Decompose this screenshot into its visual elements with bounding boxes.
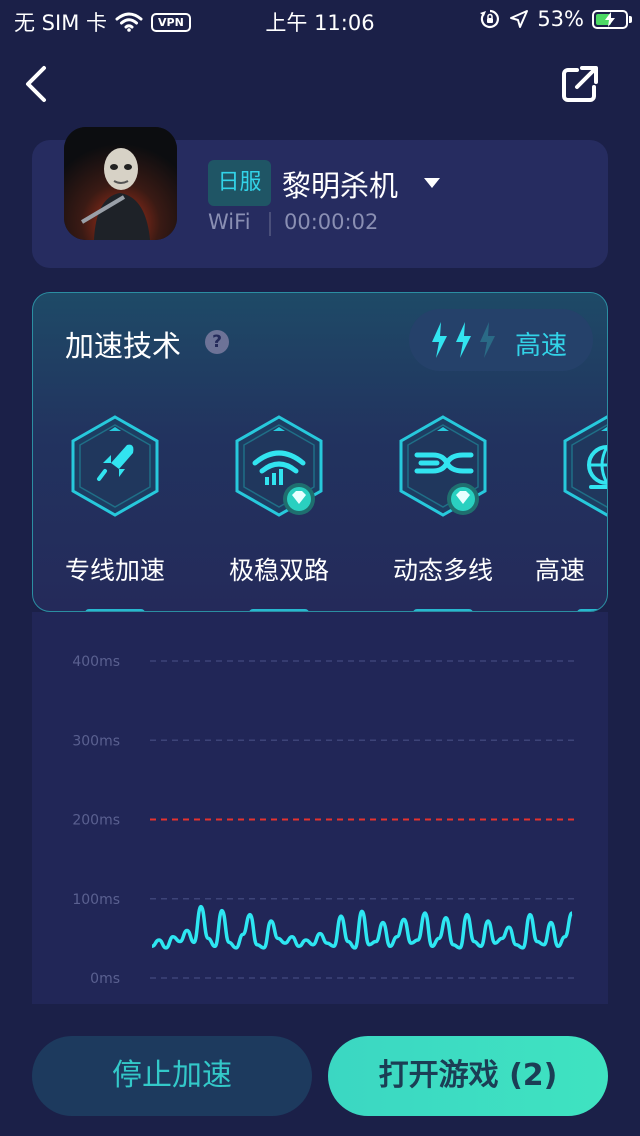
game-icon	[64, 127, 177, 240]
y-tick-label: 0ms	[90, 971, 120, 987]
tech-title: 加速技术	[65, 329, 182, 363]
elapsed-time: 00:00:02	[284, 210, 379, 234]
feature-high-speed[interactable]: 高速	[535, 413, 607, 611]
rocket-icon	[71, 415, 159, 517]
y-tick-label: 300ms	[72, 733, 120, 749]
chevron-down-icon[interactable]	[424, 178, 440, 188]
network-type: WiFi	[208, 210, 251, 234]
back-icon[interactable]	[18, 62, 58, 106]
game-name[interactable]: 黎明杀机	[282, 163, 398, 205]
latency-chart-svg: 400ms 300ms 200ms 100ms 0ms	[72, 654, 576, 987]
speed-label: 高速	[515, 331, 568, 361]
globe-icon	[563, 415, 607, 517]
open-game-button[interactable]: 打开游戏 (2)	[328, 1036, 608, 1116]
acceleration-tech-panel: 加速技术 ? 高速 专线加速 极稳双路 动态多线 高速	[32, 292, 608, 612]
feature-label: 极稳双路	[228, 556, 329, 585]
status-right: 53%	[479, 7, 632, 31]
battery-percent: 53%	[537, 7, 584, 31]
y-tick-label: 200ms	[72, 813, 120, 829]
bolt-icon	[480, 322, 495, 358]
stop-acceleration-button[interactable]: 停止加速	[32, 1036, 312, 1116]
location-icon	[510, 10, 529, 28]
bolt-icon	[456, 322, 471, 358]
latency-line	[151, 904, 574, 950]
feature-dynamic-multiline[interactable]: 动态多线	[373, 413, 513, 611]
orientation-lock-icon	[480, 9, 500, 29]
feature-label: 专线加速	[64, 556, 165, 585]
speed-indicator[interactable]: 高速	[409, 309, 593, 371]
feature-dual-path[interactable]: 极稳双路	[209, 413, 349, 611]
help-icon[interactable]: ?	[205, 330, 229, 354]
y-tick-label: 100ms	[72, 892, 120, 908]
battery-icon	[592, 9, 632, 29]
region-badge[interactable]: 日服	[208, 160, 271, 206]
feature-label: 高速	[535, 556, 586, 585]
latency-chart: 400ms 300ms 200ms 100ms 0ms	[32, 612, 608, 1004]
feature-dedicated-line[interactable]: 专线加速	[45, 413, 185, 611]
status-bar: 无 SIM 卡 VPN 上午 11:06 53%	[0, 0, 640, 40]
bolt-icon	[432, 322, 447, 358]
share-icon[interactable]	[560, 64, 600, 104]
divider	[269, 212, 271, 236]
speed-bolts	[432, 322, 495, 358]
feature-label: 动态多线	[392, 556, 493, 585]
wifi-signal-icon	[235, 415, 323, 517]
multi-line-icon	[399, 415, 487, 517]
y-tick-label: 400ms	[72, 654, 120, 670]
